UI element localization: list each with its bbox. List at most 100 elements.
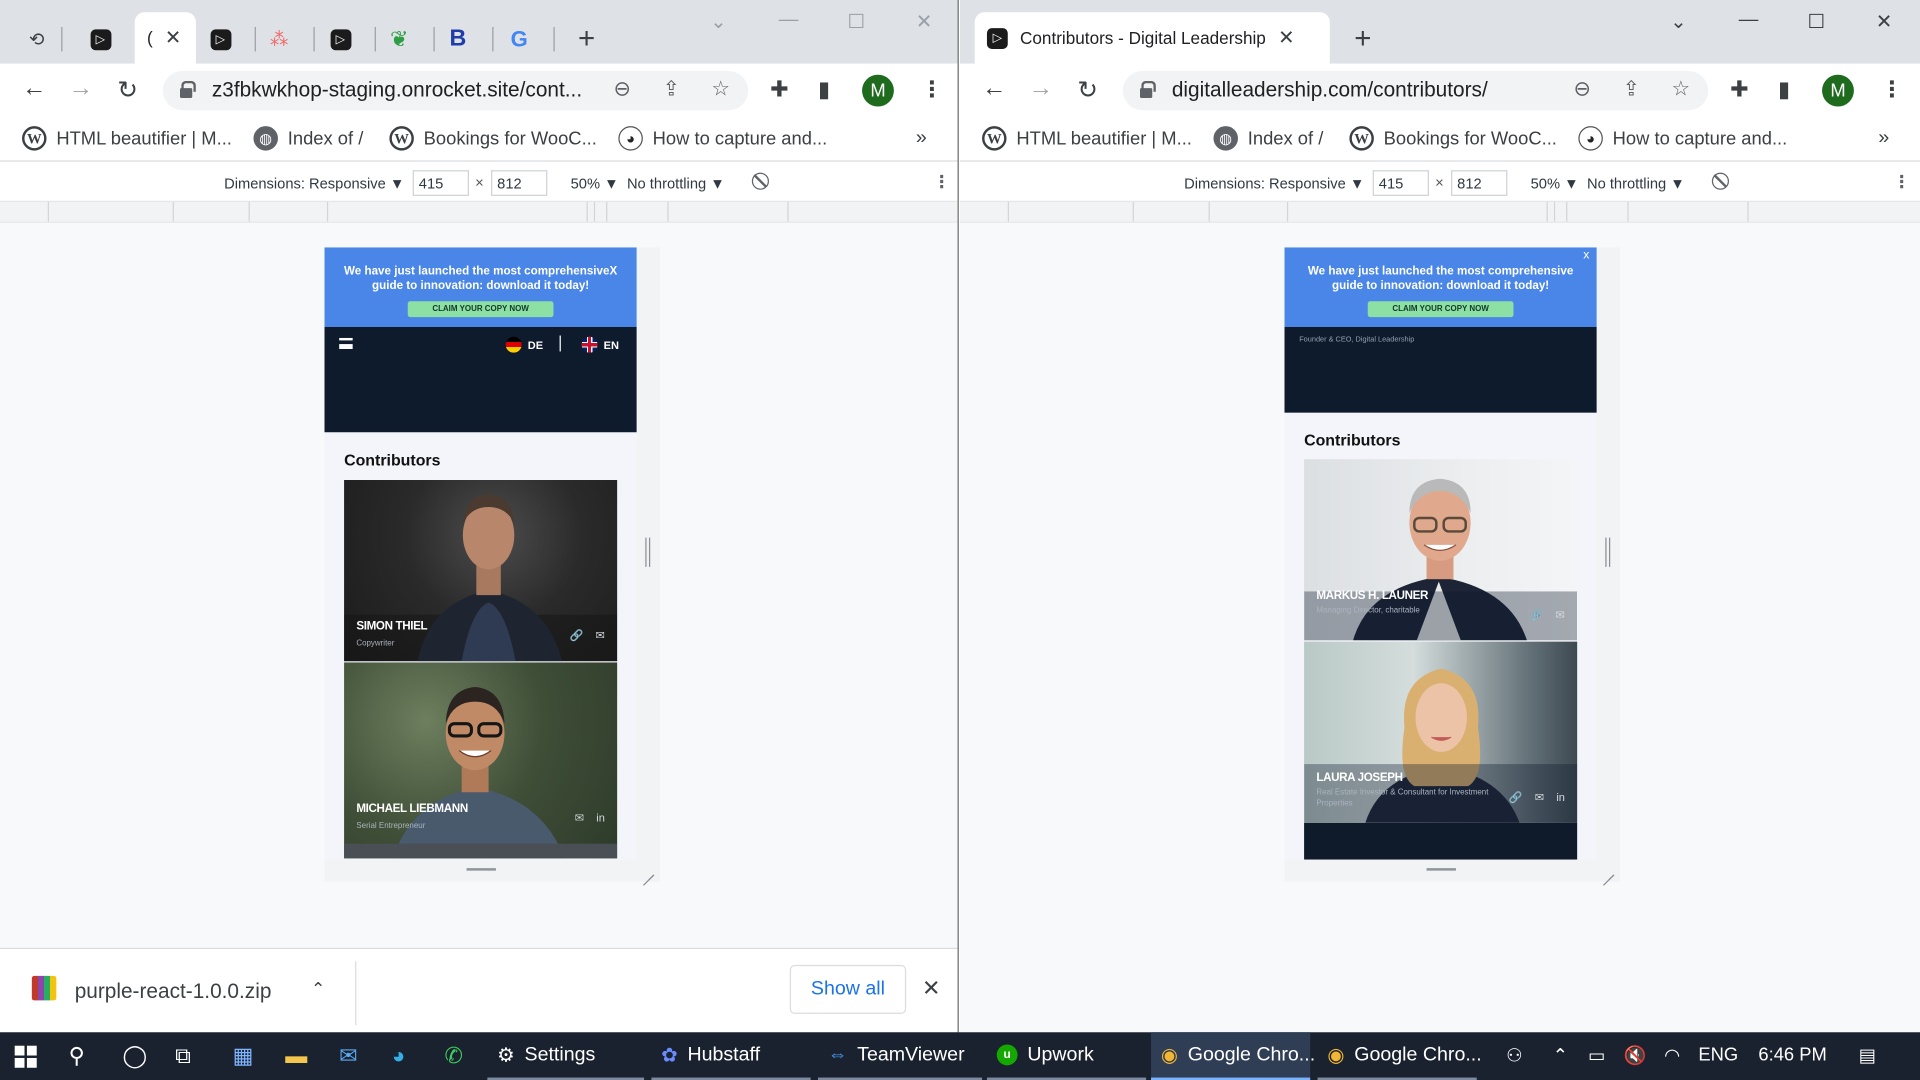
width-input[interactable]: 415: [412, 170, 469, 196]
taskbar-app-settings[interactable]: ⚙ Settings: [487, 1032, 645, 1080]
device-toolbar-menu-icon[interactable]: ⋮: [1893, 171, 1910, 192]
taskbar-app-teamviewer[interactable]: ⇔ TeamViewer: [817, 1032, 983, 1080]
reload-icon[interactable]: ↻: [118, 75, 139, 106]
tab-search-icon[interactable]: ⌄: [1670, 10, 1686, 34]
profile-avatar[interactable]: M: [862, 74, 894, 107]
mail-icon[interactable]: ✉: [596, 629, 605, 642]
link-icon[interactable]: 🔗: [1509, 791, 1523, 804]
notifications-icon[interactable]: ▤: [1859, 1044, 1876, 1067]
mail-icon[interactable]: ✉: [1556, 609, 1565, 622]
link-icon[interactable]: 🔗: [1530, 609, 1544, 622]
tab-favicon-play-3[interactable]: ▷: [323, 22, 357, 56]
reload-icon[interactable]: ↻: [1078, 75, 1099, 106]
maximize-icon[interactable]: ☐: [847, 10, 865, 34]
bookmark-item[interactable]: W HTML beautifier | M...: [982, 126, 1192, 151]
contributor-card[interactable]: SIMON THIEL Copywriter 🔗 ✉: [344, 480, 618, 662]
close-window-icon[interactable]: ✕: [1876, 10, 1892, 34]
start-button[interactable]: [14, 1045, 37, 1068]
back-icon[interactable]: ←: [982, 75, 1006, 103]
share-icon[interactable]: ⇪: [662, 77, 679, 101]
tab-search-icon[interactable]: ⌄: [710, 10, 726, 34]
link-icon[interactable]: 🔗: [570, 629, 584, 642]
media-query-ruler[interactable]: [0, 200, 958, 223]
show-all-button[interactable]: Show all: [789, 964, 907, 1014]
chevron-up-icon[interactable]: ⌃: [311, 978, 325, 999]
linkedin-icon[interactable]: in: [596, 812, 605, 825]
bookmark-item[interactable]: ◕ How to capture and...: [618, 126, 827, 151]
taskbar-app-upwork[interactable]: u Upwork: [986, 1032, 1147, 1080]
claim-copy-button[interactable]: CLAIM YOUR COPY NOW: [407, 301, 554, 318]
zoom-dropdown[interactable]: 50% ▼: [571, 175, 619, 192]
side-panel-icon[interactable]: ▮: [818, 77, 830, 103]
resize-handle-bottom[interactable]: [1426, 868, 1456, 871]
bold-b-icon[interactable]: B: [441, 22, 475, 56]
bookmark-item[interactable]: W Bookings for WooC...: [1349, 126, 1557, 151]
resize-handle-bottom[interactable]: [466, 868, 496, 871]
contributor-card[interactable]: MICHAEL LIEBMANN Serial Entrepreneur ✉ i…: [344, 662, 618, 859]
close-download-bar-icon[interactable]: ✕: [922, 976, 940, 1002]
new-tab-button[interactable]: +: [578, 22, 595, 56]
throttling-dropdown[interactable]: No throttling ▼: [627, 175, 725, 192]
throttling-dropdown[interactable]: No throttling ▼: [1587, 175, 1685, 192]
zoom-dropdown[interactable]: 50% ▼: [1531, 175, 1579, 192]
banner-close-icon[interactable]: x: [1583, 249, 1589, 262]
minimize-icon[interactable]: —: [1739, 10, 1759, 32]
forward-icon[interactable]: →: [69, 75, 93, 103]
mail-icon[interactable]: ✉: [339, 1043, 357, 1069]
side-panel-icon[interactable]: ▮: [1778, 77, 1790, 103]
bookmark-item[interactable]: ◕ How to capture and...: [1578, 126, 1787, 151]
resize-handle-right[interactable]: [1605, 537, 1611, 567]
height-input[interactable]: 812: [1451, 170, 1508, 196]
dimensions-dropdown[interactable]: Dimensions: Responsive ▼: [1184, 175, 1364, 192]
dimensions-dropdown[interactable]: Dimensions: Responsive ▼: [224, 175, 404, 192]
cortana-icon[interactable]: ◯: [122, 1043, 147, 1069]
new-tab-button[interactable]: +: [1354, 22, 1371, 56]
contributor-card-partial[interactable]: [1304, 822, 1578, 860]
bookmark-item[interactable]: ◍ Index of /: [253, 126, 363, 151]
tab-active[interactable]: ▷ Contributors - Digital Leadership ✕: [974, 12, 1330, 64]
address-bar[interactable]: z3fbkwkhop-staging.onrocket.site/cont...…: [162, 71, 749, 111]
maximize-icon[interactable]: ☐: [1807, 10, 1825, 34]
extensions-icon[interactable]: ✚: [770, 77, 788, 103]
lang-de[interactable]: DE: [505, 336, 543, 353]
task-view-icon[interactable]: ⧉: [175, 1043, 191, 1069]
tab-favicon-play[interactable]: ▷: [83, 22, 117, 56]
tab-close-icon[interactable]: ✕: [165, 26, 181, 50]
taskbar-app-chrome-1[interactable]: ◉ Google Chro...: [1151, 1032, 1315, 1080]
download-filename[interactable]: purple-react-1.0.0.zip: [75, 980, 272, 1004]
speaker-muted-icon[interactable]: 🔇: [1624, 1044, 1647, 1067]
bookmarks-overflow-icon[interactable]: »: [1878, 127, 1889, 149]
google-icon[interactable]: G: [502, 22, 536, 56]
extensions-icon[interactable]: ✚: [1730, 77, 1748, 103]
meet-now-icon[interactable]: ▭: [1588, 1044, 1605, 1067]
height-input[interactable]: 812: [491, 170, 548, 196]
share-icon[interactable]: ⇪: [1622, 77, 1639, 101]
tab-active[interactable]: ( ✕: [134, 12, 196, 64]
resize-handle-corner[interactable]: [642, 863, 654, 875]
search-icon[interactable]: ⚲: [69, 1043, 85, 1069]
forward-icon[interactable]: →: [1029, 75, 1053, 103]
hamburger-menu-icon[interactable]: [339, 337, 353, 349]
resize-handle-right[interactable]: [645, 537, 651, 567]
bookmark-star-icon[interactable]: ☆: [711, 77, 730, 101]
file-explorer-icon[interactable]: ▬: [285, 1043, 307, 1069]
close-window-icon[interactable]: ✕: [916, 10, 932, 34]
media-query-ruler[interactable]: [960, 200, 1920, 223]
leaf-icon[interactable]: ❦: [382, 22, 416, 56]
width-input[interactable]: 415: [1372, 170, 1429, 196]
bookmarks-overflow-icon[interactable]: »: [916, 127, 927, 149]
bookmark-item[interactable]: W Bookings for WooC...: [389, 126, 597, 151]
whatsapp-icon[interactable]: ✆: [444, 1043, 462, 1069]
resize-handle-corner[interactable]: [1602, 863, 1614, 875]
menu-icon[interactable]: ⋮: [921, 77, 943, 103]
mail-icon[interactable]: ✉: [1535, 791, 1544, 804]
chevron-up-icon[interactable]: ⌃: [1553, 1044, 1568, 1067]
address-bar[interactable]: digitalleadership.com/contributors/ ⊖ ⇪ …: [1122, 71, 1709, 111]
back-icon[interactable]: ←: [22, 75, 46, 103]
lang-en[interactable]: EN: [581, 336, 619, 353]
bookmark-item[interactable]: ◍ Index of /: [1213, 126, 1323, 151]
rotate-disabled-icon[interactable]: [1711, 172, 1729, 190]
rotate-disabled-icon[interactable]: [751, 172, 769, 190]
bookmark-star-icon[interactable]: ☆: [1671, 77, 1690, 101]
asana-icon[interactable]: ⁂: [262, 22, 296, 56]
